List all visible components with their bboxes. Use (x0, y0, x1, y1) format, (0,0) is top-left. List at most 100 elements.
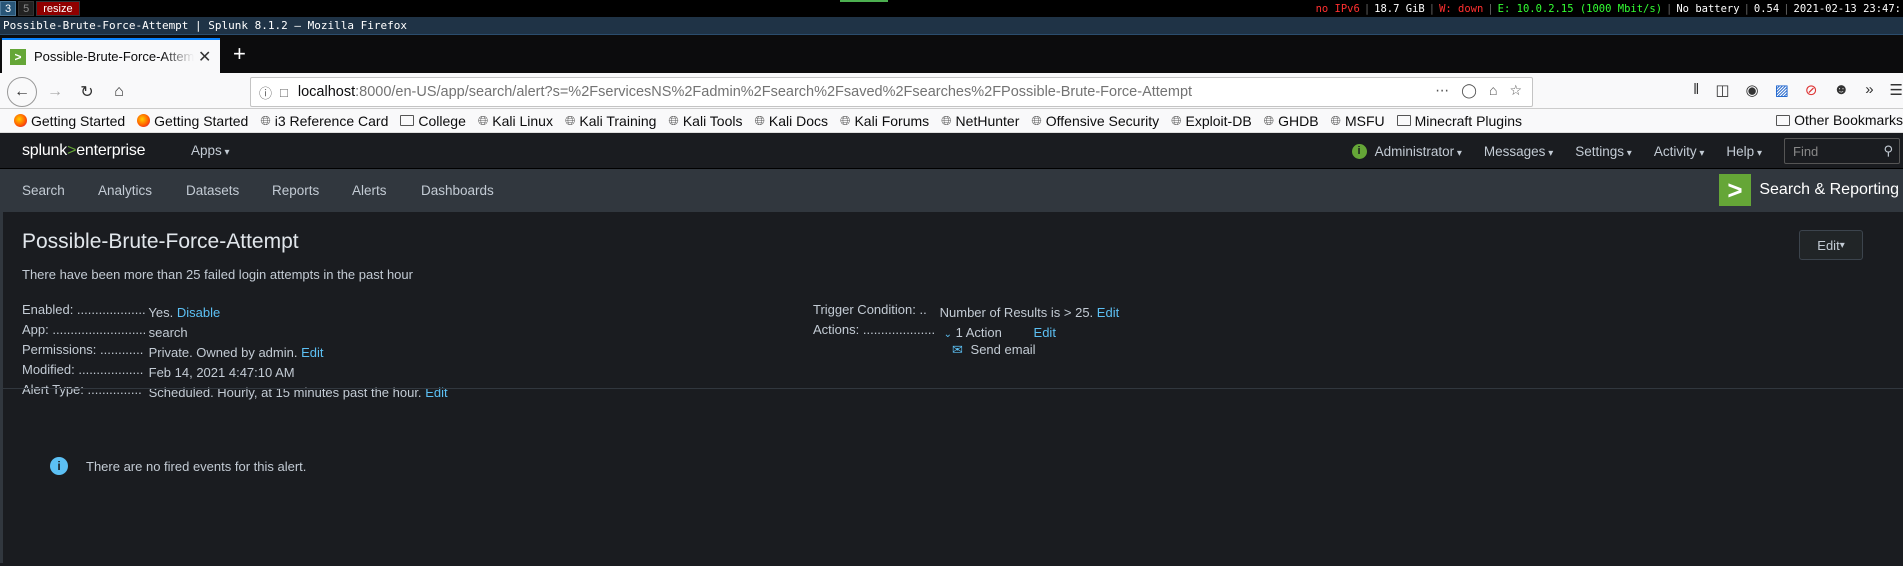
close-tab-icon[interactable]: ✕ (198, 47, 211, 67)
other-bookmarks-folder[interactable]: Other Bookmarks (1772, 112, 1903, 128)
search-icon[interactable]: ⚲ (1883, 143, 1893, 159)
app-name[interactable]: Search & Reporting (1759, 181, 1899, 199)
bookmark-i3-reference-card[interactable]: 🌐︎ i3 Reference Card (260, 113, 388, 129)
enabled-key: Enabled: ................... (22, 302, 145, 317)
splunk-global-header: splunk>enterprise Apps i Administrator M… (0, 133, 1903, 169)
hamburger-menu-icon[interactable]: ☰ (1890, 81, 1903, 99)
blocker-icon[interactable]: ⊘ (1805, 81, 1818, 99)
url-bar[interactable]: ⓘ □ localhost:8000/en-US/app/search/aler… (250, 77, 1533, 107)
folder-icon (1396, 115, 1411, 126)
datetime-status: 2021-02-13 23:47: (1793, 2, 1901, 15)
spy-extension-icon[interactable]: ☻ (1833, 81, 1849, 99)
bookmark-folder-minecraft-plugins[interactable]: Minecraft Plugins (1396, 112, 1522, 129)
new-tab-button[interactable]: + (233, 41, 246, 67)
bookmark-ghdb[interactable]: 🌐︎ GHDB (1264, 113, 1319, 129)
nav-analytics[interactable]: Analytics (98, 183, 152, 198)
globe-icon: 🌐︎ (668, 112, 679, 128)
ethernet-status: E: 10.0.2.15 (1000 Mbit/s) (1497, 2, 1663, 15)
bookmark-label: i3 Reference Card (274, 112, 389, 129)
bookmark-kali-linux[interactable]: 🌐︎ Kali Linux (478, 113, 553, 129)
pocket-icon[interactable]: ◯ (1461, 82, 1477, 99)
nav-alerts[interactable]: Alerts (352, 183, 387, 198)
memory-status: 18.7 GiB (1374, 2, 1425, 15)
forward-arrow-icon[interactable]: → (42, 79, 68, 105)
browser-tab[interactable]: > Possible-Brute-Force-Attempt ✕ (2, 38, 220, 73)
edit-dropdown-button[interactable]: Edit (1799, 230, 1863, 260)
messages-menu[interactable]: Messages (1484, 144, 1553, 159)
actions-row: Actions: .................... ⌄ 1 Action… (813, 322, 1056, 340)
workspace-5[interactable]: 5 (18, 1, 35, 16)
battery-status: No battery (1676, 2, 1740, 15)
section-divider (3, 388, 1903, 389)
logo-product: enterprise (76, 142, 146, 159)
action-send-email: ✉ Send email (952, 342, 1036, 358)
app-navigation-bar: Search Analytics Datasets Reports Alerts… (0, 169, 1903, 212)
activity-menu[interactable]: Activity (1654, 144, 1705, 159)
globe-icon: 🌐︎ (840, 112, 851, 128)
bookmark-label: Getting Started (31, 112, 126, 129)
page-actions-icon[interactable]: ⋯ (1435, 82, 1449, 99)
app-value: search (148, 325, 188, 340)
account-icon[interactable]: ◉ (1746, 81, 1759, 99)
i3-status-blocks: no IPv6 | 18.7 GiB | W: down | E: 10.0.2.15… (1315, 2, 1901, 15)
edit-trigger-link[interactable]: Edit (1097, 305, 1119, 320)
modified-key: Modified: .................. (22, 362, 144, 377)
administrator-menu[interactable]: Administrator (1375, 144, 1462, 159)
actions-value[interactable]: 1 Action (956, 325, 1002, 340)
splunk-logo[interactable]: splunk>enterprise (22, 142, 146, 160)
edit-permissions-link[interactable]: Edit (301, 345, 323, 360)
back-arrow-icon[interactable]: ← (7, 77, 37, 107)
bookmark-nethunter[interactable]: 🌐︎ NetHunter (941, 113, 1019, 129)
navigation-toolbar: ← → ↻ ⌂ ⓘ □ localhost:8000/en-US/app/sea… (0, 73, 1903, 109)
alert-detail-page: Possible-Brute-Force-Attempt There have … (0, 212, 1903, 563)
settings-menu[interactable]: Settings (1575, 144, 1632, 159)
page-info-icon[interactable]: ⓘ (259, 83, 272, 102)
home-icon[interactable]: ⌂ (106, 79, 132, 105)
url-path: :8000/en-US/app/search/alert?s=%2Fservic… (355, 84, 1193, 100)
chevron-down-icon[interactable]: ⌄ (944, 329, 952, 340)
i3-active-indicator (840, 0, 888, 2)
overflow-menu-icon[interactable]: » (1865, 81, 1873, 99)
app-row: App: ............................. searc… (22, 322, 188, 340)
bookmark-folder-college[interactable]: College (400, 113, 466, 129)
bookmark-exploit-db[interactable]: 🌐︎ Exploit-DB (1171, 113, 1252, 129)
disable-link[interactable]: Disable (177, 305, 220, 320)
modified-value: Feb 14, 2021 4:47:10 AM (148, 365, 295, 380)
logo-chevron: > (67, 142, 77, 159)
sidebar-icon[interactable]: ◫ (1715, 81, 1729, 99)
bookmark-getting-started[interactable]: Getting Started (14, 113, 125, 129)
bitwarden-icon[interactable]: ▨ (1775, 81, 1789, 99)
nav-dashboards[interactable]: Dashboards (421, 183, 494, 198)
workspace-3[interactable]: 3 (0, 1, 17, 16)
send-email-label: Send email (970, 342, 1036, 357)
bookmark-kali-forums[interactable]: 🌐︎ Kali Forums (840, 113, 929, 129)
bookmark-msfu[interactable]: 🌐︎ MSFU (1331, 113, 1385, 129)
library-icon[interactable]: ‖ (1693, 81, 1699, 99)
reload-icon[interactable]: ↻ (74, 79, 100, 105)
folder-icon (400, 115, 415, 126)
nav-reports[interactable]: Reports (272, 183, 319, 198)
trigger-condition-row: Trigger Condition: .. Number of Results … (813, 302, 1119, 320)
star-icon[interactable]: ☆ (1509, 82, 1522, 99)
alert-type-row: Alert Type: ............... Scheduled. H… (22, 382, 448, 400)
bookmark-kali-training[interactable]: 🌐︎ Kali Training (565, 113, 656, 129)
globe-icon: 🌐︎ (1171, 112, 1182, 128)
find-input[interactable]: Find ⚲ (1784, 138, 1900, 164)
home-bookmark-icon[interactable]: ⌂ (1489, 82, 1497, 99)
bookmark-label: Exploit-DB (1185, 112, 1252, 129)
bookmark-kali-docs[interactable]: 🌐︎ Kali Docs (755, 113, 829, 129)
bookmark-label: NetHunter (955, 112, 1020, 129)
info-icon[interactable]: i (1351, 143, 1367, 159)
bookmark-label: Minecraft Plugins (1414, 112, 1522, 129)
bookmark-kali-tools[interactable]: 🌐︎ Kali Tools (668, 113, 742, 129)
help-menu[interactable]: Help (1726, 144, 1762, 159)
bookmark-getting-started-2[interactable]: Getting Started (137, 113, 248, 129)
i3-status-bar: 3 5 resize no IPv6 | 18.7 GiB | W: down | E… (0, 0, 1903, 17)
apps-menu[interactable]: Apps (191, 143, 230, 158)
globe-icon: 🌐︎ (1330, 112, 1341, 128)
nav-search[interactable]: Search (22, 183, 65, 198)
nav-datasets[interactable]: Datasets (186, 183, 239, 198)
bookmark-label: Offensive Security (1045, 112, 1160, 129)
edit-actions-link[interactable]: Edit (1034, 325, 1056, 340)
bookmark-offensive-security[interactable]: 🌐︎ Offensive Security (1031, 113, 1159, 129)
